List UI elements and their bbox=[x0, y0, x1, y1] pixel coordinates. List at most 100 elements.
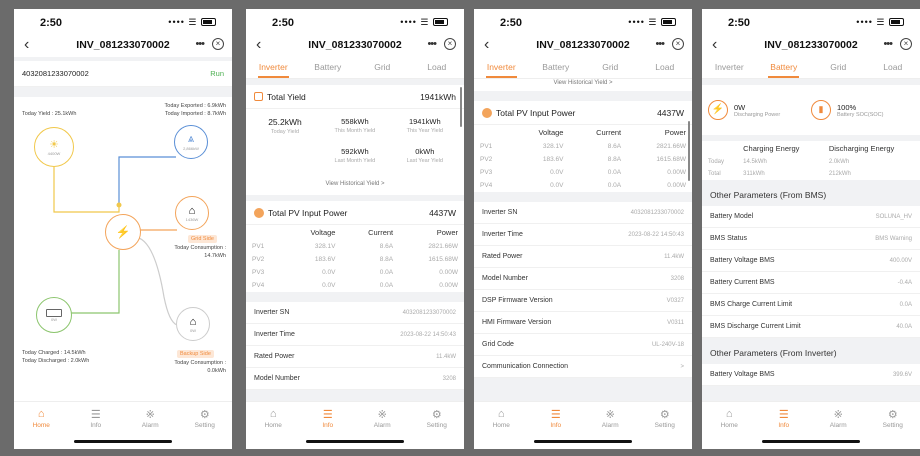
device-serial: 4032081233070002 bbox=[22, 69, 89, 78]
close-icon[interactable]: × bbox=[900, 38, 912, 50]
status-bar: 2:50 •••• ☰ bbox=[246, 9, 464, 35]
today-imported: Today Imported : 8.7kWh bbox=[164, 111, 226, 117]
energy-flow-panel: ☀ 4400W ⩓ 2,866kW ⚡ ⌂ 1436W 0W ⌂ 0W Today Yi… bbox=[14, 97, 232, 401]
close-icon[interactable]: × bbox=[672, 38, 684, 50]
nav-label: Home bbox=[264, 422, 282, 429]
info-row: Inverter Time 2023-08-22 14:50:43 bbox=[246, 324, 464, 346]
tab-grid[interactable]: Grid bbox=[811, 57, 866, 78]
col-header: Charging Energy bbox=[743, 144, 800, 153]
info-value: V0311 bbox=[667, 319, 684, 326]
pv-total: 4437W bbox=[657, 107, 684, 118]
info-tabs: Inverter Battery Grid Load bbox=[474, 57, 692, 79]
battery-energy-table: Charging Energy Discharging Energy Today 1… bbox=[702, 141, 920, 180]
tab-inverter[interactable]: Inverter bbox=[702, 57, 757, 78]
info-value: 3208 bbox=[670, 275, 684, 282]
home-icon: ⌂ bbox=[497, 408, 505, 420]
pv-power-header: Total PV Input Power 4437W bbox=[474, 101, 692, 125]
close-icon[interactable]: × bbox=[212, 38, 224, 50]
info-row: Inverter Time 2023-08-22 14:50:43 bbox=[474, 224, 692, 246]
tab-load[interactable]: Load bbox=[866, 57, 920, 78]
inverter-params-title: Other Parameters (From Inverter) bbox=[710, 348, 837, 358]
tab-grid[interactable]: Grid bbox=[355, 57, 410, 78]
table-row: PV2 183.6V 8.8A 1615.68W bbox=[474, 153, 692, 166]
nav-label: Alarm bbox=[373, 422, 391, 429]
tab-inverter[interactable]: Inverter bbox=[474, 57, 529, 78]
communication-connection-row[interactable]: Communication Connection > bbox=[474, 356, 692, 378]
table-row: PV3 0.0V 0.0A 0.00W bbox=[474, 166, 692, 179]
cell: 8.8A bbox=[607, 156, 622, 163]
info-label: Rated Power bbox=[482, 253, 523, 260]
backup-node[interactable]: ⌂ 0W bbox=[176, 307, 210, 341]
nav-home[interactable]: ⌂ Home bbox=[702, 402, 757, 449]
cell: 8.6A bbox=[607, 143, 622, 150]
nav-home[interactable]: ⌂ Home bbox=[246, 402, 301, 449]
nav-home[interactable]: ⌂ Home bbox=[14, 402, 69, 449]
signal-icon: •••• ☰ bbox=[400, 17, 430, 27]
load-node[interactable]: ⌂ 1436W bbox=[175, 196, 209, 230]
info-icon: ☰ bbox=[778, 409, 789, 421]
pv-node[interactable]: ☀ 4400W bbox=[34, 127, 74, 167]
col-header bbox=[246, 225, 284, 240]
cell: 0.00W bbox=[439, 282, 458, 289]
param-row: BMS Discharge Current Limit 40.0A bbox=[702, 316, 920, 338]
cell: 328.1V bbox=[314, 243, 336, 250]
tab-inverter[interactable]: Inverter bbox=[246, 57, 301, 78]
close-icon[interactable]: × bbox=[444, 38, 456, 50]
battery-node[interactable]: 0W bbox=[36, 297, 72, 333]
cell: 183.6V bbox=[542, 156, 564, 163]
nav-setting[interactable]: ⚙ Setting bbox=[638, 402, 693, 449]
nav-setting[interactable]: ⚙ Setting bbox=[178, 402, 233, 449]
nav-label: Setting bbox=[654, 422, 675, 429]
pv-power-card: Total PV Input Power 4437W Voltage Curren… bbox=[474, 101, 692, 192]
battery-soc-value: 100% bbox=[837, 102, 857, 112]
inverter-node[interactable]: ⚡ bbox=[105, 214, 141, 250]
tab-load[interactable]: Load bbox=[410, 57, 465, 78]
col-header bbox=[474, 125, 512, 140]
total-yield-value: 1941kWh bbox=[420, 91, 456, 102]
tab-grid[interactable]: Grid bbox=[583, 57, 638, 78]
grid-tower-icon: ⩓ bbox=[187, 133, 195, 145]
param-row: Battery Voltage BMS 400.00V bbox=[702, 250, 920, 272]
today-exported: Today Exported : 6.9kWh bbox=[164, 103, 226, 109]
view-historical-yield-link[interactable]: View Historical Yield > bbox=[474, 79, 692, 91]
discharging-power-label: Discharging Power bbox=[734, 111, 781, 118]
tab-battery[interactable]: Battery bbox=[757, 57, 812, 78]
house-icon: ⌂ bbox=[188, 204, 196, 217]
more-icon[interactable]: ••• bbox=[427, 38, 437, 50]
tab-battery[interactable]: Battery bbox=[529, 57, 584, 78]
status-time: 2:50 bbox=[272, 17, 295, 29]
more-icon[interactable]: ••• bbox=[195, 38, 205, 50]
battery-icon bbox=[889, 18, 904, 26]
scrollbar[interactable] bbox=[688, 121, 690, 181]
nav-setting[interactable]: ⚙ Setting bbox=[866, 402, 920, 449]
more-icon[interactable]: ••• bbox=[655, 38, 665, 50]
nav-setting[interactable]: ⚙ Setting bbox=[410, 402, 465, 449]
phone-inverter-info-top: 2:50 •••• ☰ ‹ INV_081233070002 ••• × Inv… bbox=[246, 9, 464, 449]
solar-panel-icon: ☀ bbox=[49, 139, 59, 151]
title-bar: ‹ INV_081233070002 ••• × bbox=[474, 35, 692, 57]
param-row: BMS Status BMS Warning bbox=[702, 228, 920, 250]
info-icon: ☰ bbox=[322, 409, 333, 421]
param-value: BMS Warning bbox=[875, 235, 912, 242]
yield-item: 592kWh Last Month Yield bbox=[320, 147, 390, 177]
cell: 0.00W bbox=[439, 269, 458, 276]
grid-node[interactable]: ⩓ 2,866kW bbox=[174, 125, 208, 159]
pv-title: Total PV Input Power bbox=[268, 207, 348, 218]
col-header: Current bbox=[368, 228, 394, 237]
info-row: Inverter SN 4032081233070002 bbox=[474, 202, 692, 224]
view-historical-yield-link[interactable]: View Historical Yield > bbox=[246, 179, 464, 195]
nav-label: Setting bbox=[882, 422, 903, 429]
grid-consumption-value: 14.7kWh bbox=[204, 253, 226, 259]
more-icon[interactable]: ••• bbox=[883, 38, 893, 50]
cell: 311kWh bbox=[743, 171, 765, 177]
nav-home[interactable]: ⌂ Home bbox=[474, 402, 529, 449]
tab-load[interactable]: Load bbox=[638, 57, 693, 78]
total-yield-header: Total Yield 1941kWh bbox=[246, 85, 464, 109]
info-label: Inverter SN bbox=[482, 209, 518, 216]
col-header: Power bbox=[436, 228, 458, 237]
param-value: 40.0A bbox=[896, 323, 912, 330]
info-value: 3208 bbox=[442, 375, 456, 382]
tab-battery[interactable]: Battery bbox=[301, 57, 356, 78]
info-label: DSP Firmware Version bbox=[482, 297, 553, 304]
scrollbar[interactable] bbox=[460, 87, 462, 127]
